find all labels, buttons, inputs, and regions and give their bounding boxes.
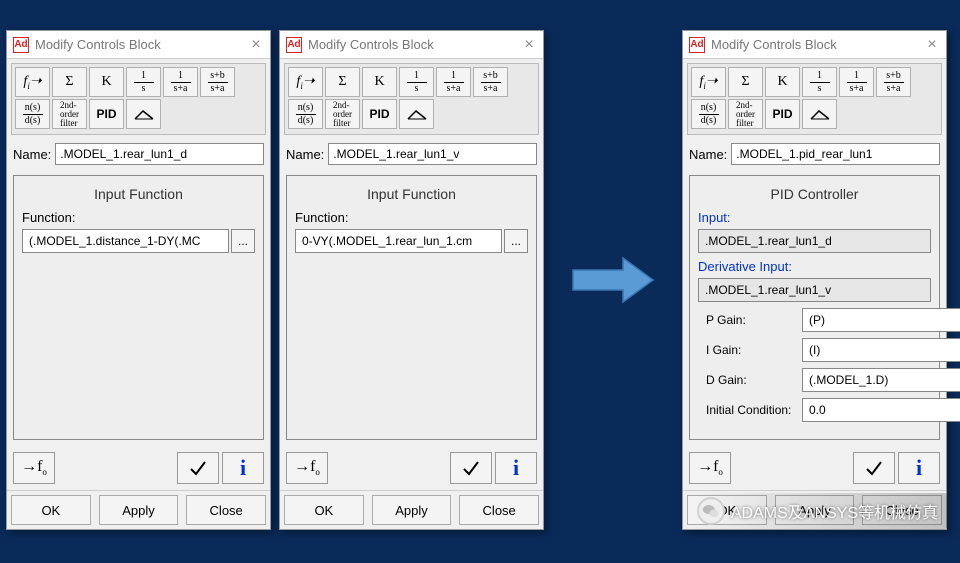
tool-tf-button[interactable]: n(s)d(s) <box>15 99 50 129</box>
ok-button[interactable]: OK <box>284 495 364 525</box>
tool-leadlag-button[interactable]: s+bs+a <box>200 67 235 97</box>
fo-button[interactable]: →fo <box>286 452 328 484</box>
close-icon[interactable]: × <box>515 31 543 58</box>
window-title: Modify Controls Block <box>711 37 918 52</box>
name-label: Name: <box>689 147 727 162</box>
modify-controls-dialog-3: Ad Modify Controls Block × fi➝ Σ K 1s 1s… <box>682 30 947 530</box>
tool-integrator-button[interactable]: 1s <box>126 67 161 97</box>
tool-gain-button[interactable]: K <box>765 67 800 97</box>
tool-gain-button[interactable]: K <box>362 67 397 97</box>
watermark-text: ADAMS及ANSYS等机械仿真 <box>731 499 938 523</box>
titlebar[interactable]: Ad Modify Controls Block × <box>683 31 946 59</box>
tool-2nd-order-button[interactable]: 2nd-orderfilter <box>52 99 87 129</box>
tool-tf-button[interactable]: n(s)d(s) <box>288 99 323 129</box>
p-gain-label: P Gain: <box>706 313 796 327</box>
d-gain-input[interactable] <box>802 368 960 392</box>
name-label: Name: <box>286 147 324 162</box>
function-browse-button[interactable]: ... <box>231 229 255 253</box>
tool-tf-button[interactable]: n(s)d(s) <box>691 99 726 129</box>
tool-leadlag-button[interactable]: s+bs+a <box>876 67 911 97</box>
app-icon: Ad <box>689 37 705 53</box>
tool-slope-button[interactable] <box>802 99 837 129</box>
toolbar: fi➝ Σ K 1s 1s+a s+bs+a n(s)d(s) 2nd-orde… <box>284 63 539 135</box>
fo-button[interactable]: →fo <box>13 452 55 484</box>
tool-sigma-button[interactable]: Σ <box>325 67 360 97</box>
function-label: Function: <box>295 210 528 225</box>
fo-button[interactable]: →fo <box>689 452 731 484</box>
titlebar[interactable]: Ad Modify Controls Block × <box>7 31 270 59</box>
tool-lag-button[interactable]: 1s+a <box>839 67 874 97</box>
tool-fi-button[interactable]: fi➝ <box>691 67 726 97</box>
name-input[interactable] <box>731 143 940 165</box>
modify-controls-dialog-1: Ad Modify Controls Block × fi➝ Σ K 1s 1s… <box>6 30 271 530</box>
name-label: Name: <box>13 147 51 162</box>
app-icon: Ad <box>13 37 29 53</box>
i-gain-input[interactable] <box>802 338 960 362</box>
tool-sigma-button[interactable]: Σ <box>52 67 87 97</box>
tool-integrator-button[interactable]: 1s <box>399 67 434 97</box>
section-title: PID Controller <box>690 176 939 210</box>
tool-pid-button[interactable]: PID <box>362 99 397 129</box>
wechat-icon <box>697 497 725 525</box>
input-label[interactable]: Input: <box>698 210 931 225</box>
p-gain-input[interactable] <box>802 308 960 332</box>
tool-leadlag-button[interactable]: s+bs+a <box>473 67 508 97</box>
info-button[interactable]: i <box>898 452 940 484</box>
tool-integrator-button[interactable]: 1s <box>802 67 837 97</box>
info-button[interactable]: i <box>495 452 537 484</box>
tool-slope-button[interactable] <box>126 99 161 129</box>
tool-sigma-button[interactable]: Σ <box>728 67 763 97</box>
ok-button[interactable]: OK <box>11 495 91 525</box>
toolbar: fi➝ Σ K 1s 1s+a s+bs+a n(s)d(s) 2nd-orde… <box>687 63 942 135</box>
watermark: ADAMS及ANSYS等机械仿真 <box>687 493 948 529</box>
function-browse-button[interactable]: ... <box>504 229 528 253</box>
check-button[interactable] <box>450 452 492 484</box>
section-title: Input Function <box>287 176 536 210</box>
apply-button[interactable]: Apply <box>99 495 179 525</box>
d-gain-label: D Gain: <box>706 373 796 387</box>
tool-pid-button[interactable]: PID <box>89 99 124 129</box>
modify-controls-dialog-2: Ad Modify Controls Block × fi➝ Σ K 1s 1s… <box>279 30 544 530</box>
window-title: Modify Controls Block <box>35 37 242 52</box>
tool-fi-button[interactable]: fi➝ <box>15 67 50 97</box>
tool-2nd-order-button[interactable]: 2nd-orderfilter <box>325 99 360 129</box>
tool-lag-button[interactable]: 1s+a <box>163 67 198 97</box>
tool-fi-button[interactable]: fi➝ <box>288 67 323 97</box>
close-button[interactable]: Close <box>186 495 266 525</box>
tool-lag-button[interactable]: 1s+a <box>436 67 471 97</box>
tool-slope-button[interactable] <box>399 99 434 129</box>
info-button[interactable]: i <box>222 452 264 484</box>
arrow-icon <box>568 252 658 308</box>
close-button[interactable]: Close <box>459 495 539 525</box>
deriv-input-label[interactable]: Derivative Input: <box>698 259 931 274</box>
check-button[interactable] <box>853 452 895 484</box>
tool-pid-button[interactable]: PID <box>765 99 800 129</box>
function-input[interactable] <box>22 229 229 253</box>
app-icon: Ad <box>286 37 302 53</box>
window-title: Modify Controls Block <box>308 37 515 52</box>
close-icon[interactable]: × <box>242 31 270 58</box>
initial-cond-label: Initial Condition: <box>706 403 796 417</box>
name-input[interactable] <box>55 143 264 165</box>
function-label: Function: <box>22 210 255 225</box>
function-input[interactable] <box>295 229 502 253</box>
close-icon[interactable]: × <box>918 31 946 58</box>
tool-gain-button[interactable]: K <box>89 67 124 97</box>
input-value[interactable]: .MODEL_1.rear_lun1_d <box>698 229 931 253</box>
apply-button[interactable]: Apply <box>372 495 452 525</box>
section-title: Input Function <box>14 176 263 210</box>
toolbar: fi➝ Σ K 1s 1s+a s+bs+a n(s)d(s) 2nd-orde… <box>11 63 266 135</box>
titlebar[interactable]: Ad Modify Controls Block × <box>280 31 543 59</box>
name-input[interactable] <box>328 143 537 165</box>
initial-cond-input[interactable] <box>802 398 960 422</box>
deriv-input-value[interactable]: .MODEL_1.rear_lun1_v <box>698 278 931 302</box>
tool-2nd-order-button[interactable]: 2nd-orderfilter <box>728 99 763 129</box>
check-button[interactable] <box>177 452 219 484</box>
i-gain-label: I Gain: <box>706 343 796 357</box>
